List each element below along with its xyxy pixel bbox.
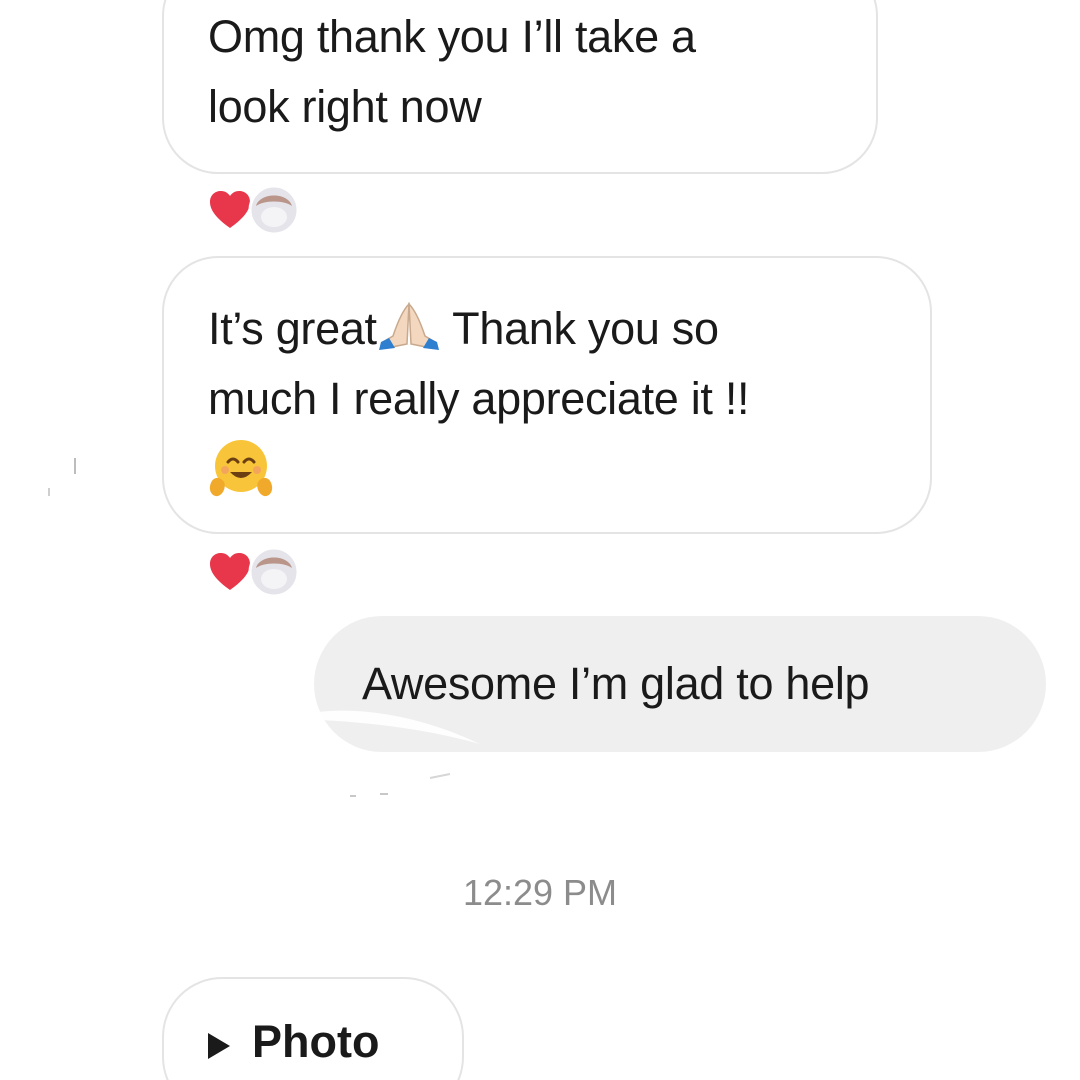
avatar <box>248 184 300 236</box>
message-reactions[interactable] <box>206 184 300 236</box>
image-speck <box>48 488 50 496</box>
heart-icon <box>210 191 250 228</box>
message-reactions[interactable] <box>206 546 300 598</box>
hugging-face-emoji <box>209 440 273 497</box>
play-icon <box>208 1033 230 1059</box>
message-timestamp: 12:29 PM <box>462 872 618 913</box>
message-text: It’s great <box>208 303 377 354</box>
image-speck <box>74 458 76 474</box>
photo-label: Photo <box>252 1016 380 1067</box>
message-text-line: look right now <box>208 81 482 132</box>
message-text: Thank you so <box>440 303 719 354</box>
message-thread: Omg thank you I’ll take a look right now… <box>0 0 1080 1080</box>
heart-icon <box>210 553 250 590</box>
image-smudge <box>318 710 480 797</box>
message-text-line: It’s great Thank you so <box>208 294 886 364</box>
photo-attachment-button[interactable]: Photo <box>162 977 464 1080</box>
folded-hands-emoji <box>378 302 439 350</box>
message-text-line: much I really appreciate it !! <box>208 373 750 424</box>
incoming-message-bubble[interactable]: Omg thank you I’ll take a look right now <box>162 0 878 174</box>
incoming-message-bubble[interactable]: It’s great Thank you so much I really ap… <box>162 256 932 534</box>
avatar <box>248 546 300 598</box>
message-text-line: Omg thank you I’ll take a <box>208 11 696 62</box>
